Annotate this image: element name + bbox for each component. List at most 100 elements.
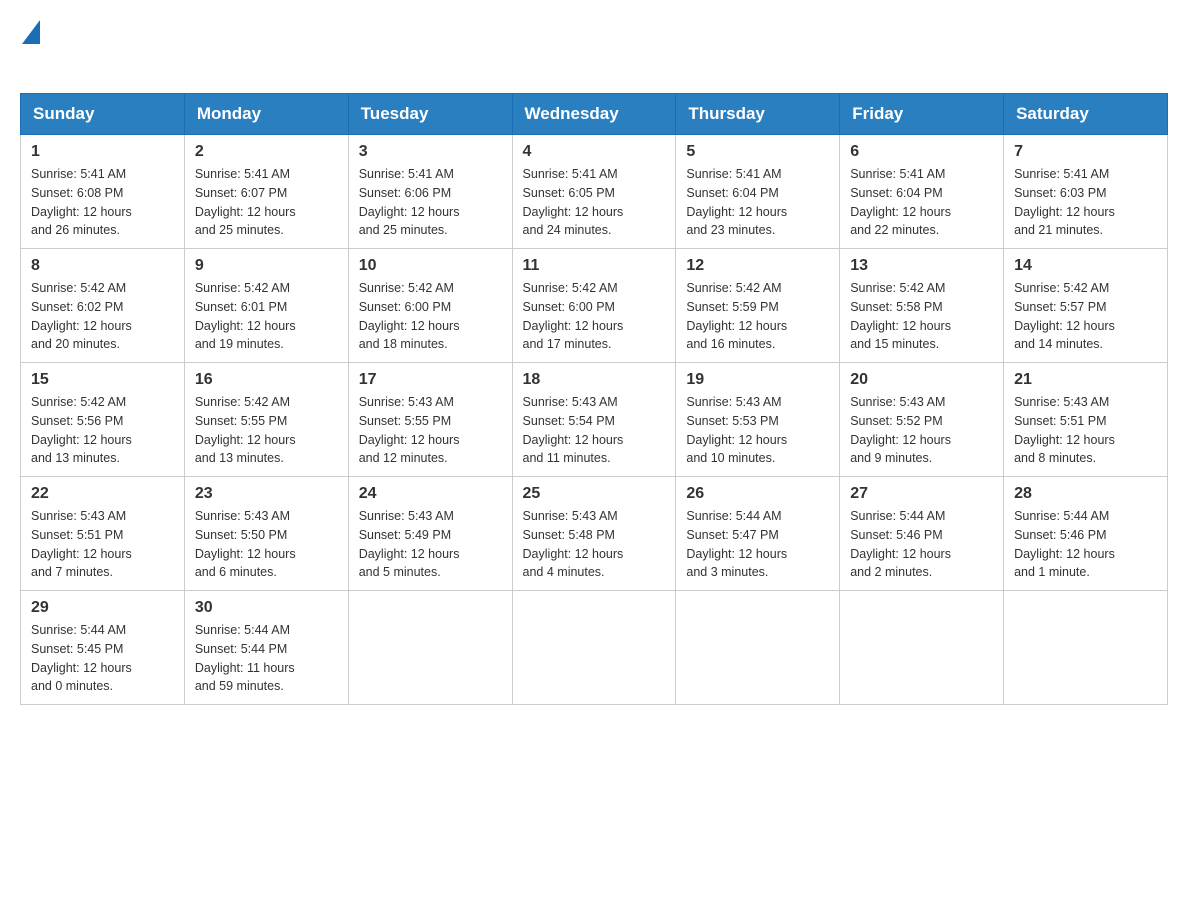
weekday-header-tuesday: Tuesday — [348, 94, 512, 135]
calendar-cell: 5 Sunrise: 5:41 AMSunset: 6:04 PMDaylight… — [676, 135, 840, 249]
day-number: 17 — [359, 371, 502, 389]
weekday-header-monday: Monday — [184, 94, 348, 135]
week-row-2: 8 Sunrise: 5:42 AMSunset: 6:02 PMDaylight… — [21, 249, 1168, 363]
weekday-header-friday: Friday — [840, 94, 1004, 135]
day-info: Sunrise: 5:42 AMSunset: 6:00 PMDaylight:… — [359, 279, 502, 354]
day-number: 27 — [850, 485, 993, 503]
day-number: 12 — [686, 257, 829, 275]
calendar-cell: 22Sunrise: 5:43 AMSunset: 5:51 PMDayligh… — [21, 477, 185, 591]
calendar-cell: 9 Sunrise: 5:42 AMSunset: 6:01 PMDaylight… — [184, 249, 348, 363]
day-number: 11 — [523, 257, 666, 275]
calendar-cell: 8 Sunrise: 5:42 AMSunset: 6:02 PMDaylight… — [21, 249, 185, 363]
calendar-cell — [512, 591, 676, 705]
calendar-cell: 20 Sunrise: 5:43 AMSunset: 5:52 PMDayligh… — [840, 363, 1004, 477]
calendar-cell: 10 Sunrise: 5:42 AMSunset: 6:00 PMDayligh… — [348, 249, 512, 363]
day-info: Sunrise: 5:41 AMSunset: 6:08 PMDaylight:… — [31, 165, 174, 240]
calendar-cell: 6 Sunrise: 5:41 AMSunset: 6:04 PMDaylight… — [840, 135, 1004, 249]
day-number: 2 — [195, 143, 338, 161]
day-info: Sunrise: 5:43 AMSunset: 5:51 PMDaylight:… — [31, 507, 174, 582]
day-number: 9 — [195, 257, 338, 275]
week-row-3: 15 Sunrise: 5:42 AMSunset: 5:56 PMDayligh… — [21, 363, 1168, 477]
calendar-cell: 26Sunrise: 5:44 AMSunset: 5:47 PMDayligh… — [676, 477, 840, 591]
calendar-cell: 18 Sunrise: 5:43 AMSunset: 5:54 PMDayligh… — [512, 363, 676, 477]
day-number: 28 — [1014, 485, 1157, 503]
calendar-table: SundayMondayTuesdayWednesdayThursdayFrid… — [20, 93, 1168, 705]
day-info: Sunrise: 5:43 AMSunset: 5:51 PMDaylight:… — [1014, 393, 1157, 468]
week-row-5: 29Sunrise: 5:44 AMSunset: 5:45 PMDayligh… — [21, 591, 1168, 705]
calendar-cell: 4 Sunrise: 5:41 AMSunset: 6:05 PMDaylight… — [512, 135, 676, 249]
day-info: Sunrise: 5:42 AMSunset: 5:57 PMDaylight:… — [1014, 279, 1157, 354]
day-info: Sunrise: 5:43 AMSunset: 5:48 PMDaylight:… — [523, 507, 666, 582]
calendar-cell: 13Sunrise: 5:42 AMSunset: 5:58 PMDayligh… — [840, 249, 1004, 363]
day-info: Sunrise: 5:43 AMSunset: 5:54 PMDaylight:… — [523, 393, 666, 468]
day-info: Sunrise: 5:42 AMSunset: 5:59 PMDaylight:… — [686, 279, 829, 354]
day-info: Sunrise: 5:41 AMSunset: 6:04 PMDaylight:… — [686, 165, 829, 240]
calendar-body: 1Sunrise: 5:41 AMSunset: 6:08 PMDaylight… — [21, 135, 1168, 705]
calendar-cell — [348, 591, 512, 705]
day-info: Sunrise: 5:43 AMSunset: 5:55 PMDaylight:… — [359, 393, 502, 468]
day-info: Sunrise: 5:44 AMSunset: 5:45 PMDaylight:… — [31, 621, 174, 696]
calendar-cell: 12 Sunrise: 5:42 AMSunset: 5:59 PMDayligh… — [676, 249, 840, 363]
day-number: 16 — [195, 371, 338, 389]
logo — [20, 20, 40, 77]
calendar-cell: 1Sunrise: 5:41 AMSunset: 6:08 PMDaylight… — [21, 135, 185, 249]
week-row-4: 22Sunrise: 5:43 AMSunset: 5:51 PMDayligh… — [21, 477, 1168, 591]
day-info: Sunrise: 5:43 AMSunset: 5:49 PMDaylight:… — [359, 507, 502, 582]
day-number: 18 — [523, 371, 666, 389]
logo-triangle-icon — [22, 20, 40, 44]
day-number: 6 — [850, 143, 993, 161]
day-number: 25 — [523, 485, 666, 503]
calendar-header-row: SundayMondayTuesdayWednesdayThursdayFrid… — [21, 94, 1168, 135]
day-number: 4 — [523, 143, 666, 161]
day-info: Sunrise: 5:41 AMSunset: 6:03 PMDaylight:… — [1014, 165, 1157, 240]
day-number: 8 — [31, 257, 174, 275]
calendar-cell: 2Sunrise: 5:41 AMSunset: 6:07 PMDaylight… — [184, 135, 348, 249]
day-number: 15 — [31, 371, 174, 389]
day-number: 20 — [850, 371, 993, 389]
day-info: Sunrise: 5:41 AMSunset: 6:05 PMDaylight:… — [523, 165, 666, 240]
calendar-cell: 17 Sunrise: 5:43 AMSunset: 5:55 PMDayligh… — [348, 363, 512, 477]
day-number: 10 — [359, 257, 502, 275]
day-number: 23 — [195, 485, 338, 503]
calendar-cell: 16Sunrise: 5:42 AMSunset: 5:55 PMDayligh… — [184, 363, 348, 477]
calendar-cell: 14Sunrise: 5:42 AMSunset: 5:57 PMDayligh… — [1004, 249, 1168, 363]
calendar-cell: 29Sunrise: 5:44 AMSunset: 5:45 PMDayligh… — [21, 591, 185, 705]
calendar-cell: 27 Sunrise: 5:44 AMSunset: 5:46 PMDayligh… — [840, 477, 1004, 591]
day-info: Sunrise: 5:42 AMSunset: 6:02 PMDaylight:… — [31, 279, 174, 354]
day-info: Sunrise: 5:44 AMSunset: 5:47 PMDaylight:… — [686, 507, 829, 582]
day-info: Sunrise: 5:42 AMSunset: 5:56 PMDaylight:… — [31, 393, 174, 468]
day-number: 21 — [1014, 371, 1157, 389]
day-info: Sunrise: 5:42 AMSunset: 6:00 PMDaylight:… — [523, 279, 666, 354]
calendar-cell: 24 Sunrise: 5:43 AMSunset: 5:49 PMDayligh… — [348, 477, 512, 591]
day-info: Sunrise: 5:42 AMSunset: 6:01 PMDaylight:… — [195, 279, 338, 354]
day-info: Sunrise: 5:44 AMSunset: 5:46 PMDaylight:… — [850, 507, 993, 582]
calendar-cell: 23 Sunrise: 5:43 AMSunset: 5:50 PMDayligh… — [184, 477, 348, 591]
weekday-header-thursday: Thursday — [676, 94, 840, 135]
day-info: Sunrise: 5:43 AMSunset: 5:53 PMDaylight:… — [686, 393, 829, 468]
calendar-cell: 3 Sunrise: 5:41 AMSunset: 6:06 PMDaylight… — [348, 135, 512, 249]
calendar-cell: 30Sunrise: 5:44 AMSunset: 5:44 PMDayligh… — [184, 591, 348, 705]
page-header — [20, 20, 1168, 77]
day-number: 7 — [1014, 143, 1157, 161]
day-number: 19 — [686, 371, 829, 389]
day-number: 3 — [359, 143, 502, 161]
calendar-cell: 19 Sunrise: 5:43 AMSunset: 5:53 PMDayligh… — [676, 363, 840, 477]
calendar-cell — [1004, 591, 1168, 705]
day-number: 30 — [195, 599, 338, 617]
day-info: Sunrise: 5:44 AMSunset: 5:46 PMDaylight:… — [1014, 507, 1157, 582]
weekday-header-sunday: Sunday — [21, 94, 185, 135]
weekday-header-saturday: Saturday — [1004, 94, 1168, 135]
day-info: Sunrise: 5:41 AMSunset: 6:06 PMDaylight:… — [359, 165, 502, 240]
day-number: 5 — [686, 143, 829, 161]
day-number: 24 — [359, 485, 502, 503]
day-info: Sunrise: 5:43 AMSunset: 5:52 PMDaylight:… — [850, 393, 993, 468]
day-info: Sunrise: 5:41 AMSunset: 6:04 PMDaylight:… — [850, 165, 993, 240]
day-number: 13 — [850, 257, 993, 275]
day-info: Sunrise: 5:43 AMSunset: 5:50 PMDaylight:… — [195, 507, 338, 582]
calendar-cell — [840, 591, 1004, 705]
week-row-1: 1Sunrise: 5:41 AMSunset: 6:08 PMDaylight… — [21, 135, 1168, 249]
calendar-cell: 28 Sunrise: 5:44 AMSunset: 5:46 PMDayligh… — [1004, 477, 1168, 591]
calendar-cell — [676, 591, 840, 705]
weekday-header-wednesday: Wednesday — [512, 94, 676, 135]
calendar-cell: 15 Sunrise: 5:42 AMSunset: 5:56 PMDayligh… — [21, 363, 185, 477]
